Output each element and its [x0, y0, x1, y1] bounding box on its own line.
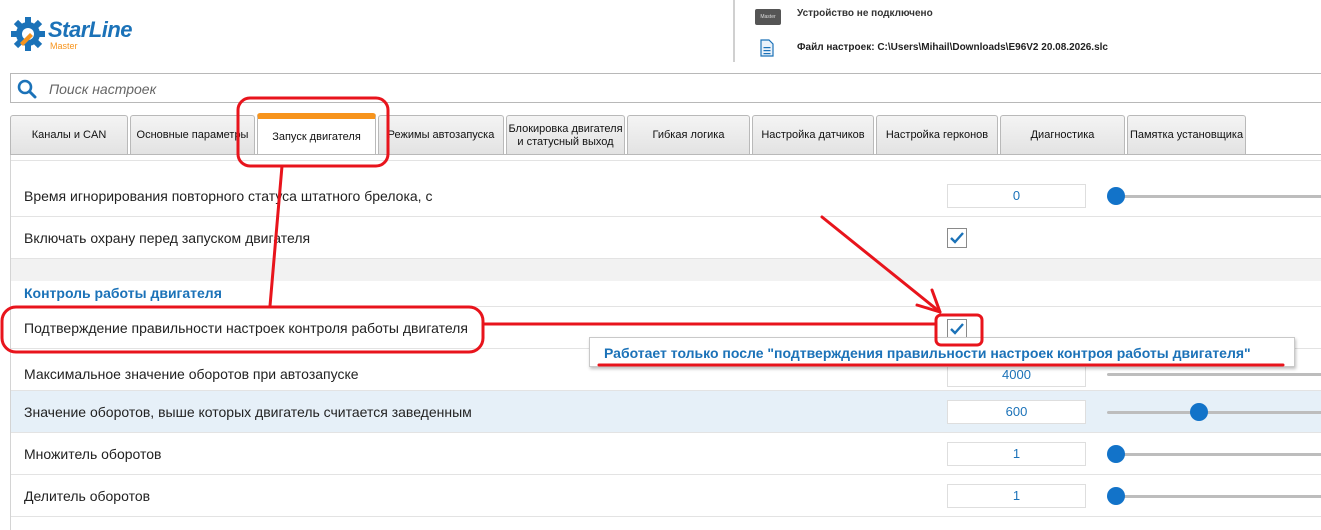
setting-label: Подтверждение правильности настроек конт… [24, 320, 468, 336]
section-spacer [11, 259, 1321, 281]
search-input[interactable] [49, 79, 949, 99]
device-status: Устройство не подключено [797, 8, 933, 19]
value-slider[interactable] [1107, 445, 1321, 463]
check-icon [950, 232, 964, 244]
starline-logo: StarLine Master [10, 16, 140, 54]
settings-file-path: Файл настроек: C:\Users\Mihail\Downloads… [797, 42, 1108, 53]
setting-label: Делитель оборотов [24, 488, 151, 504]
tab-strip: Каналы и CAN Основные параметры Запуск д… [10, 113, 1321, 155]
value-slider[interactable] [1107, 373, 1321, 376]
value-field[interactable]: 1 [947, 484, 1086, 508]
tab-sensors[interactable]: Настройка датчиков [752, 115, 874, 155]
section-header: Контроль работы двигателя [11, 281, 1321, 307]
tab-label: Настройка датчиков [761, 129, 865, 141]
settings-row-partial [11, 155, 1321, 161]
value-field[interactable]: 1 [947, 442, 1086, 466]
search-bar [10, 73, 1321, 103]
tab-label: Памятка установщика [1129, 129, 1244, 141]
tab-label: Гибкая логика [652, 129, 725, 141]
tab-channels-can[interactable]: Каналы и CAN [10, 115, 128, 155]
value-field[interactable]: 0 [947, 184, 1086, 208]
settings-row: Множитель оборотов 1 [11, 433, 1321, 475]
tab-installer-notes[interactable]: Памятка установщика [1127, 115, 1246, 155]
value-slider[interactable] [1107, 487, 1321, 505]
setting-label: Включать охрану перед запуском двигателя [24, 230, 311, 246]
tab-label: Запуск двигателя [272, 130, 361, 143]
checkbox-guard-before-start[interactable] [947, 228, 967, 248]
slider-thumb[interactable] [1107, 487, 1125, 505]
search-icon[interactable] [17, 79, 37, 99]
device-status-panel: Master Устройство не подключено Файл нас… [733, 0, 1209, 62]
setting-label: Значение оборотов, выше которых двигател… [24, 404, 472, 420]
slider-thumb[interactable] [1107, 187, 1125, 205]
setting-label: Множитель оборотов [24, 446, 162, 462]
tab-label: Режимы автозапуска [387, 129, 495, 141]
tab-engine-blocking[interactable]: Блокировка двигателя и статусный выход [506, 115, 625, 155]
tab-main-params[interactable]: Основные параметры [130, 115, 255, 155]
tab-reed-switches[interactable]: Настройка герконов [876, 115, 998, 155]
tooltip-text: Работает только после "подтверждения пра… [604, 345, 1251, 361]
device-icon: Master [755, 9, 781, 25]
value-field[interactable]: 600 [947, 400, 1086, 424]
app-window: StarLine Master Master Устройство не под… [0, 0, 1321, 530]
gear-wrench-icon [11, 17, 45, 51]
tooltip: Работает только после "подтверждения пра… [589, 337, 1295, 367]
tab-label: Основные параметры [136, 129, 249, 141]
value-slider[interactable] [1107, 403, 1321, 421]
tab-label: Каналы и CAN [31, 129, 107, 141]
tab-engine-start[interactable]: Запуск двигателя [257, 113, 376, 155]
settings-row-selected: Значение оборотов, выше которых двигател… [11, 391, 1321, 433]
check-icon [950, 323, 964, 335]
slider-thumb[interactable] [1189, 403, 1208, 421]
tab-flexible-logic[interactable]: Гибкая логика [627, 115, 750, 155]
settings-row: Включать охрану перед запуском двигателя [11, 217, 1321, 259]
tab-diagnostics[interactable]: Диагностика [1000, 115, 1125, 155]
logo-text: StarLine [48, 17, 133, 42]
setting-label: Время игнорирования повторного статуса ш… [24, 188, 433, 204]
setting-label: Максимальное значение оборотов при автоз… [24, 366, 359, 382]
tab-autostart-modes[interactable]: Режимы автозапуска [378, 115, 504, 155]
logo-subtitle: Master [50, 41, 78, 51]
tab-label: Блокировка двигателя и статусный выход [508, 122, 623, 148]
tab-label: Диагностика [1030, 129, 1095, 141]
checkbox-confirm-engine-control[interactable] [947, 319, 967, 339]
settings-row: Время игнорирования повторного статуса ш… [11, 175, 1321, 217]
file-icon [760, 39, 774, 57]
tab-label: Настройка герконов [885, 129, 989, 141]
slider-thumb[interactable] [1107, 445, 1125, 463]
value-slider[interactable] [1107, 187, 1321, 205]
settings-row: Делитель оборотов 1 [11, 475, 1321, 517]
section-title: Контроль работы двигателя [24, 285, 222, 301]
